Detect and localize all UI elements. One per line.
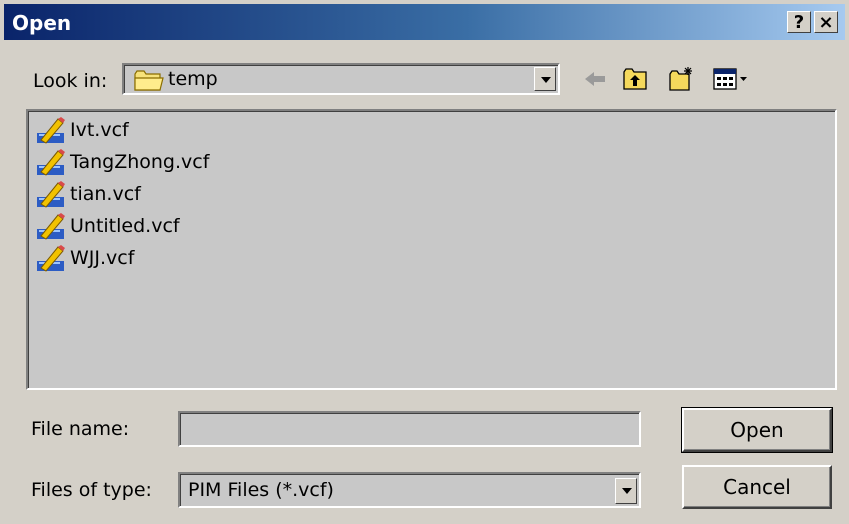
- file-name: Ivt.vcf: [70, 119, 129, 141]
- file-item[interactable]: WJJ.vcf: [34, 243, 134, 273]
- file-name: Untitled.vcf: [70, 215, 180, 237]
- folder-icon: [134, 70, 164, 91]
- files-of-type-combo[interactable]: PIM Files (*.vcf): [178, 472, 641, 508]
- vcard-file-icon: [37, 245, 65, 272]
- look-in-combo[interactable]: temp: [122, 63, 560, 95]
- vcard-file-icon: [37, 213, 65, 240]
- window-title: Open: [12, 11, 72, 35]
- file-list[interactable]: Ivt.vcf TangZhong.vcf tian.vcf Untitled.…: [26, 109, 837, 390]
- cancel-button[interactable]: Cancel: [682, 465, 832, 509]
- look-in-value: temp: [168, 68, 218, 90]
- vcard-file-icon: [37, 149, 65, 176]
- file-item[interactable]: Ivt.vcf: [34, 115, 129, 145]
- title-bar[interactable]: Open ? ×: [4, 4, 845, 40]
- close-button[interactable]: ×: [814, 11, 838, 33]
- vcard-file-icon: [37, 181, 65, 208]
- file-item[interactable]: TangZhong.vcf: [34, 147, 209, 177]
- file-name: tian.vcf: [70, 183, 141, 205]
- view-menu-button[interactable]: [712, 66, 750, 92]
- back-arrow-icon[interactable]: [582, 66, 608, 92]
- file-name-label: File name:: [31, 418, 130, 440]
- vcard-file-icon: [37, 117, 65, 144]
- open-button[interactable]: Open: [681, 407, 833, 453]
- files-of-type-label: Files of type:: [31, 479, 152, 501]
- new-folder-icon[interactable]: [668, 66, 694, 92]
- help-button[interactable]: ?: [787, 11, 811, 33]
- file-item[interactable]: Untitled.vcf: [34, 211, 180, 241]
- view-menu-icon: [713, 68, 747, 90]
- file-name: WJJ.vcf: [70, 247, 135, 269]
- files-of-type-dropdown-button[interactable]: [615, 478, 637, 504]
- file-item[interactable]: tian.vcf: [34, 179, 141, 209]
- look-in-label: Look in:: [33, 70, 108, 92]
- files-of-type-value: PIM Files (*.vcf): [188, 479, 334, 501]
- file-name: TangZhong.vcf: [70, 151, 210, 173]
- look-in-dropdown-button[interactable]: [534, 67, 556, 91]
- up-folder-icon[interactable]: [622, 66, 648, 92]
- file-name-input[interactable]: [178, 411, 641, 447]
